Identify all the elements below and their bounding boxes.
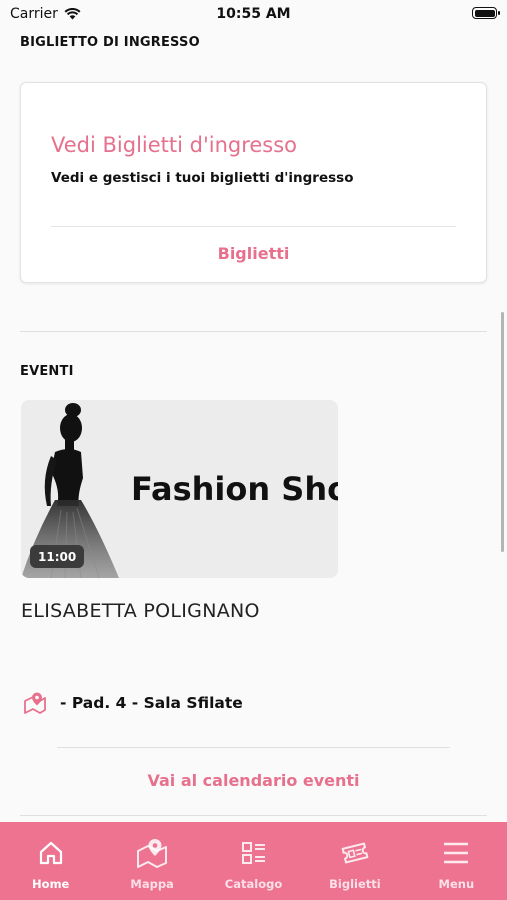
map-icon: [137, 839, 168, 868]
event-name: ELISABETTA POLIGNANO: [21, 600, 260, 622]
events-section-title: EVENTI: [20, 364, 74, 379]
tab-catalog[interactable]: Catalogo: [203, 822, 304, 900]
event-location-text: - Pad. 4 - Sala Sfilate: [60, 694, 243, 712]
bottom-divider: [20, 815, 487, 816]
ticket-section-title: BIGLIETTO DI INGRESSO: [20, 35, 200, 50]
battery-icon: [472, 7, 500, 19]
catalog-icon: [241, 842, 265, 864]
event-banner-text: Fashion Show: [131, 470, 338, 508]
ticket-card-divider: [51, 226, 456, 227]
events-calendar-link[interactable]: Vai al calendario eventi: [0, 771, 507, 790]
tab-map[interactable]: Mappa: [101, 822, 202, 900]
ticket-card-description: Vedi e gestisci i tuoi biglietti d'ingre…: [51, 170, 354, 186]
carrier-label: Carrier: [10, 6, 58, 22]
tab-menu[interactable]: Menu: [406, 822, 507, 900]
ticket-icon: [341, 842, 369, 864]
tickets-button[interactable]: Biglietti: [21, 244, 486, 263]
wifi-icon: [64, 8, 81, 20]
section-divider: [20, 331, 487, 332]
tab-home-label: Home: [32, 877, 70, 891]
event-card[interactable]: Fashion Show 11:00: [21, 400, 338, 578]
map-pin-icon: [24, 692, 46, 714]
status-time: 10:55 AM: [216, 6, 291, 22]
home-icon: [39, 841, 62, 865]
tab-menu-label: Menu: [438, 877, 475, 891]
tab-home[interactable]: Home: [0, 822, 101, 900]
status-bar: Carrier 10:55 AM: [0, 0, 507, 28]
event-location: - Pad. 4 - Sala Sfilate: [22, 690, 243, 716]
scrollbar[interactable]: [501, 312, 504, 552]
tab-bar: Home Mappa Catalogo Biglietti Menu: [0, 822, 507, 900]
tab-map-label: Mappa: [130, 877, 174, 891]
ticket-card-title: Vedi Biglietti d'ingresso: [51, 133, 298, 157]
event-divider: [57, 747, 450, 748]
tab-tickets-label: Biglietti: [329, 877, 381, 891]
menu-icon: [444, 842, 469, 864]
event-time-badge: 11:00: [30, 545, 85, 568]
tab-catalog-label: Catalogo: [224, 877, 283, 891]
tab-tickets[interactable]: Biglietti: [304, 822, 405, 900]
ticket-card: Vedi Biglietti d'ingresso Vedi e gestisc…: [20, 82, 487, 283]
